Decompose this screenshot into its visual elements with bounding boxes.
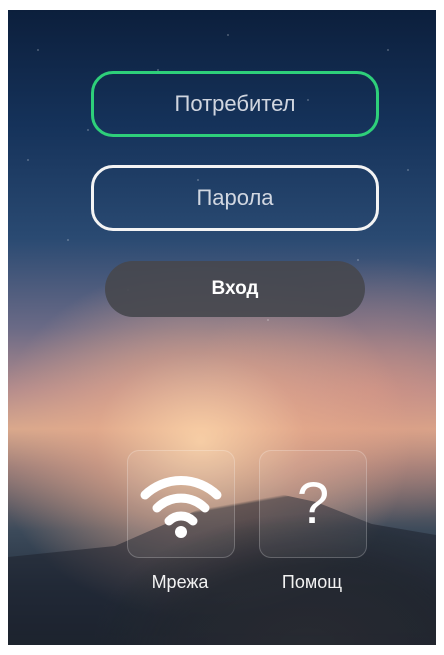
login-screen: Вход Мрежа ? Помощ xyxy=(8,10,436,645)
password-field[interactable] xyxy=(91,165,379,231)
password-input[interactable] xyxy=(94,167,376,229)
username-field[interactable] xyxy=(91,71,379,137)
help-label: Помощ xyxy=(281,572,343,592)
username-input[interactable] xyxy=(94,73,376,135)
network-label: Мрежа xyxy=(151,572,209,592)
question-mark-icon: ? xyxy=(296,471,330,536)
login-button[interactable]: Вход xyxy=(105,261,365,317)
help-button[interactable]: ? xyxy=(259,450,367,558)
wifi-icon xyxy=(140,476,222,538)
network-button[interactable] xyxy=(127,450,235,558)
